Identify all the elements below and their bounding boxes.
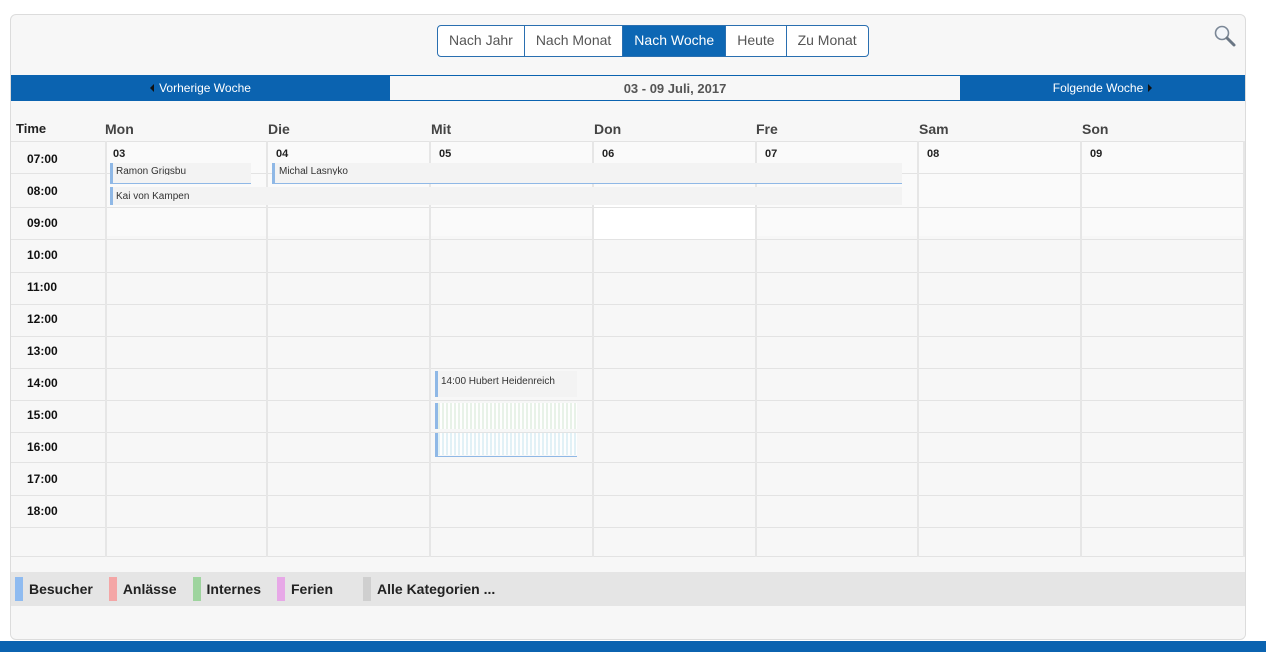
legend-besucher[interactable]: Besucher bbox=[15, 577, 93, 601]
time-label: 15:00 bbox=[27, 408, 58, 422]
time-column-header: Time bbox=[16, 121, 47, 136]
view-month-button[interactable]: Nach Monat bbox=[525, 26, 624, 56]
row-divider bbox=[11, 400, 1245, 401]
week-title: 03 - 09 Juli, 2017 bbox=[390, 76, 960, 100]
column-divider bbox=[1243, 141, 1245, 557]
time-label: 09:00 bbox=[27, 216, 58, 230]
legend-label: Alle Kategorien ... bbox=[377, 581, 496, 597]
arrow-left-icon bbox=[150, 84, 155, 92]
event-underline bbox=[110, 183, 251, 184]
row-divider bbox=[11, 556, 1245, 557]
day-header-mit: Mit bbox=[431, 121, 452, 137]
arrow-right-icon bbox=[1148, 84, 1153, 92]
day-number-son: 09 bbox=[1090, 148, 1103, 160]
legend-internes[interactable]: Internes bbox=[192, 577, 261, 601]
event-accent bbox=[435, 371, 438, 397]
day-number-mit: 05 bbox=[439, 148, 452, 160]
view-year-button[interactable]: Nach Jahr bbox=[438, 26, 525, 56]
time-label: 18:00 bbox=[27, 504, 58, 518]
event-placeholder[interactable] bbox=[438, 433, 577, 455]
category-legend: Besucher Anlässe Internes Ferien Alle Ka… bbox=[11, 572, 1245, 606]
row-divider bbox=[11, 304, 1245, 305]
event-accent bbox=[272, 163, 275, 183]
day-header-fre: Fre bbox=[756, 121, 778, 137]
color-swatch bbox=[276, 577, 285, 601]
footer-bar bbox=[0, 641, 1266, 652]
event-text: Kai von Kampen bbox=[116, 191, 190, 202]
search-icon[interactable] bbox=[1212, 23, 1238, 49]
event-text: 14:00 Hubert Heidenreich bbox=[441, 376, 555, 387]
to-month-button[interactable]: Zu Monat bbox=[787, 26, 868, 56]
previous-week-label: Vorherige Woche bbox=[159, 81, 251, 95]
row-divider bbox=[11, 336, 1245, 337]
event-text: Ramon Grigsbu bbox=[116, 166, 187, 175]
legend-anlaesse[interactable]: Anlässe bbox=[108, 577, 177, 601]
event-accent bbox=[435, 403, 438, 429]
event-underline bbox=[435, 456, 577, 457]
event-underline bbox=[272, 183, 902, 184]
event-placeholder[interactable] bbox=[438, 403, 577, 429]
time-label: 11:00 bbox=[27, 280, 58, 294]
day-header-mon: Mon bbox=[105, 121, 134, 137]
day-number-don: 06 bbox=[602, 148, 615, 160]
color-swatch bbox=[192, 577, 201, 601]
day-number-sam: 08 bbox=[927, 148, 940, 160]
legend-label: Internes bbox=[206, 581, 261, 597]
row-divider bbox=[11, 272, 1245, 273]
view-switcher: Nach Jahr Nach Monat Nach Woche Heute Zu… bbox=[437, 25, 869, 57]
column-divider bbox=[917, 141, 919, 557]
column-divider bbox=[105, 141, 107, 557]
event-accent bbox=[435, 433, 438, 457]
view-week-button[interactable]: Nach Woche bbox=[623, 26, 727, 56]
legend-label: Anlässe bbox=[122, 581, 177, 597]
row-divider bbox=[11, 527, 1245, 528]
day-number-fre: 07 bbox=[765, 148, 778, 160]
time-label: 17:00 bbox=[27, 472, 58, 486]
time-label: 13:00 bbox=[27, 344, 58, 358]
time-label: 10:00 bbox=[27, 248, 58, 262]
event-die-multiday[interactable] bbox=[272, 163, 902, 183]
column-divider bbox=[1080, 141, 1082, 557]
day-header-son: Son bbox=[1082, 121, 1109, 137]
legend-label: Besucher bbox=[29, 581, 93, 597]
color-swatch bbox=[15, 577, 23, 601]
time-label: 16:00 bbox=[27, 440, 58, 454]
color-swatch bbox=[363, 577, 371, 601]
time-label: 07:00 bbox=[27, 152, 58, 166]
event-kai-von-kampen[interactable] bbox=[110, 187, 902, 205]
previous-week-button[interactable]: Vorherige Woche bbox=[11, 75, 390, 101]
week-grid: Time Mon Die Mit Don Fre Sam Son 03 04 0… bbox=[11, 117, 1245, 557]
row-divider bbox=[11, 495, 1245, 496]
day-header-die: Die bbox=[268, 121, 290, 137]
event-accent bbox=[110, 187, 113, 205]
day-header-don: Don bbox=[594, 121, 622, 137]
week-navigation-bar: Vorherige Woche 03 - 09 Juli, 2017 Folge… bbox=[11, 75, 1245, 101]
day-header-sam: Sam bbox=[919, 121, 949, 137]
row-divider bbox=[11, 462, 1245, 463]
color-swatch bbox=[108, 577, 117, 601]
event-text: Michal Lasnyko bbox=[279, 166, 348, 175]
legend-label: Ferien bbox=[290, 581, 333, 597]
today-button[interactable]: Heute bbox=[726, 26, 787, 56]
row-divider bbox=[11, 207, 1245, 208]
time-label: 12:00 bbox=[27, 312, 58, 326]
row-divider bbox=[11, 368, 1245, 369]
event-accent bbox=[110, 163, 113, 183]
row-divider bbox=[11, 432, 1245, 433]
slot-highlight bbox=[593, 205, 755, 240]
legend-all-categories[interactable]: Alle Kategorien ... bbox=[363, 577, 495, 601]
row-divider bbox=[11, 239, 1245, 240]
legend-ferien[interactable]: Ferien bbox=[276, 577, 333, 601]
day-number-mon: 03 bbox=[113, 148, 126, 160]
day-number-die: 04 bbox=[276, 148, 289, 160]
row-divider bbox=[11, 141, 1245, 142]
time-label: 08:00 bbox=[27, 184, 58, 198]
next-week-label: Folgende Woche bbox=[1052, 81, 1144, 95]
next-week-button[interactable]: Folgende Woche bbox=[960, 75, 1245, 101]
time-label: 14:00 bbox=[27, 376, 58, 390]
